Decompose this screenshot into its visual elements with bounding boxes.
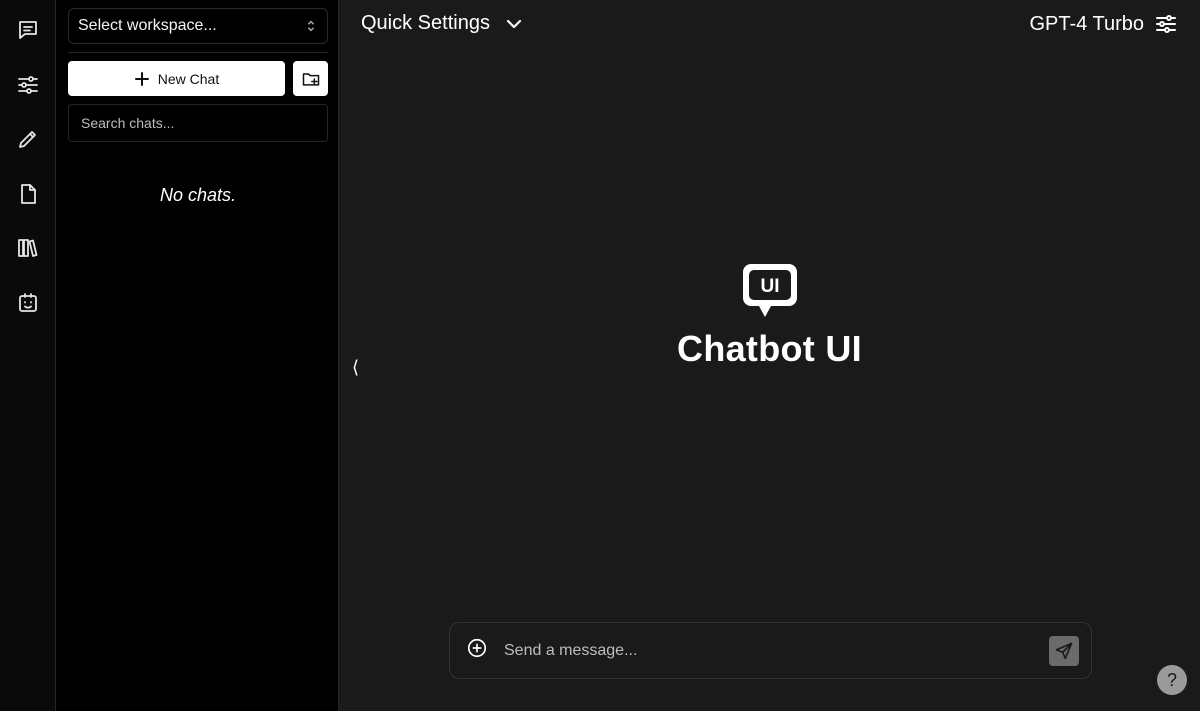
help-button[interactable]: ? xyxy=(1157,665,1187,695)
rail-files-button[interactable] xyxy=(12,178,44,210)
adjustments-icon xyxy=(1156,15,1176,33)
brand: UI Chatbot UI xyxy=(339,262,1200,370)
sidebar-divider xyxy=(68,52,328,53)
main-panel: Quick Settings GPT-4 Turbo ⟨ UI Chatbot … xyxy=(339,0,1200,711)
plus-icon xyxy=(134,71,149,86)
sidebar-actions: New Chat xyxy=(68,61,328,96)
new-chat-label: New Chat xyxy=(157,70,220,87)
send-icon xyxy=(1055,642,1073,659)
search-chats-input[interactable] xyxy=(68,104,328,142)
rail-prompts-button[interactable] xyxy=(12,123,44,155)
send-button[interactable] xyxy=(1049,635,1079,666)
chevron-down-icon xyxy=(506,19,522,28)
message-input[interactable] xyxy=(504,641,1049,660)
new-folder-button[interactable] xyxy=(293,61,328,96)
rail-presets-button[interactable] xyxy=(12,69,44,101)
collections-icon xyxy=(17,239,37,257)
rail-collections-button[interactable] xyxy=(12,232,44,264)
rail-assistants-button[interactable] xyxy=(12,287,44,319)
attach-button[interactable] xyxy=(466,637,488,664)
message-composer xyxy=(449,622,1092,679)
quick-settings-button[interactable]: Quick Settings xyxy=(361,12,524,35)
chats-icon xyxy=(18,21,37,39)
quick-settings-label: Quick Settings xyxy=(361,12,490,34)
workspace-select-label: Select workspace... xyxy=(78,17,217,34)
rail-chats-button[interactable] xyxy=(12,14,44,46)
presets-icon xyxy=(17,75,38,94)
model-settings-button[interactable]: GPT-4 Turbo xyxy=(1030,12,1179,36)
model-label: GPT-4 Turbo xyxy=(1029,12,1145,35)
icon-rail xyxy=(0,0,56,711)
brand-name: Chatbot UI xyxy=(677,328,862,369)
empty-chats-text: No chats. xyxy=(159,185,237,205)
circle-plus-icon xyxy=(467,638,487,658)
new-chat-button[interactable]: New Chat xyxy=(68,61,285,96)
workspace-select[interactable]: Select workspace... xyxy=(68,8,328,44)
logo-text: UI xyxy=(760,276,779,297)
chevron-up-down-icon xyxy=(307,20,315,32)
prompts-icon xyxy=(18,131,36,148)
chatbot-ui-logo-icon: UI xyxy=(742,264,797,317)
folder-plus-icon xyxy=(302,72,319,86)
app-window: Select workspace... New Chat Search chat… xyxy=(0,0,1200,711)
files-icon xyxy=(20,183,36,204)
assistants-icon xyxy=(18,292,37,312)
sidebar: Select workspace... New Chat Search chat… xyxy=(56,0,339,711)
